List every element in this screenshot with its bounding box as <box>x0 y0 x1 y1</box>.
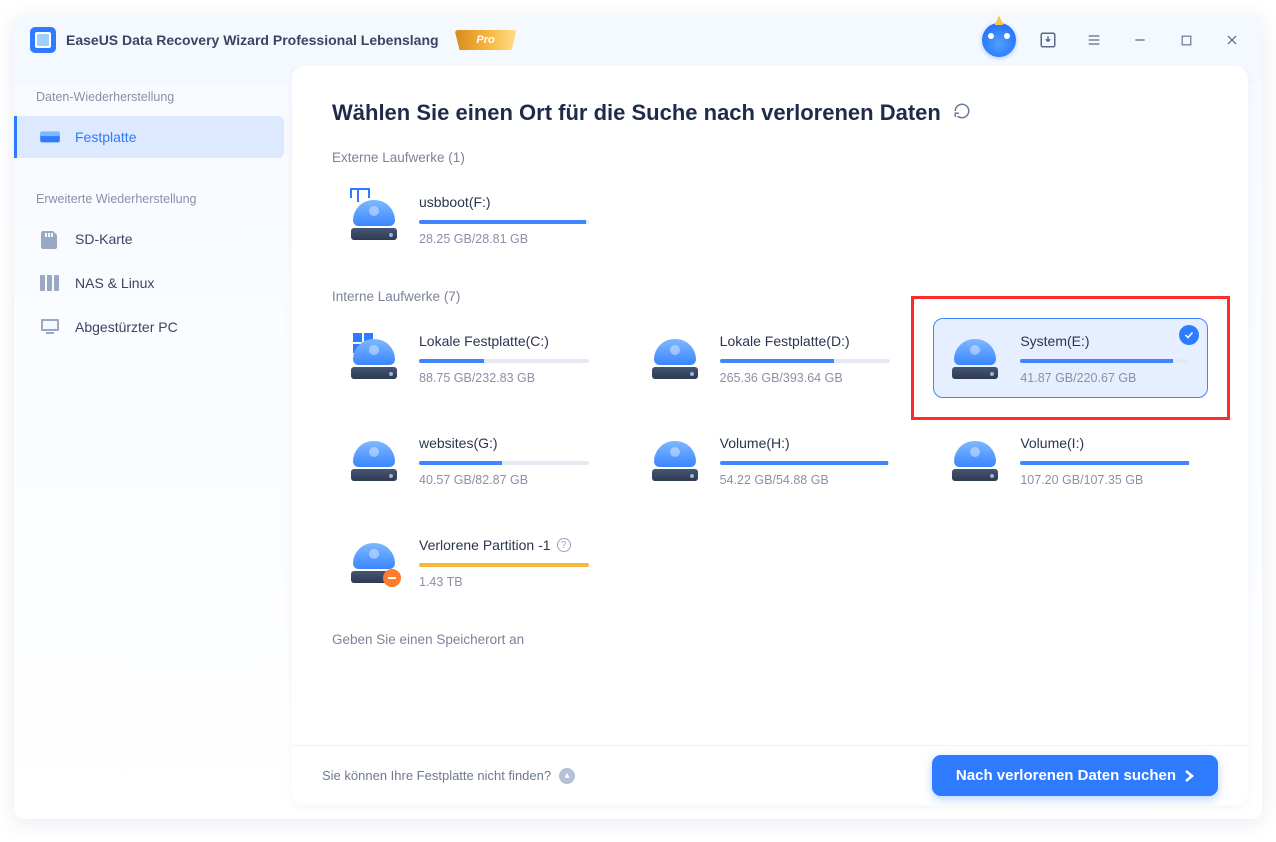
drive-size: 107.20 GB/107.35 GB <box>1020 473 1193 487</box>
sidebar-item-festplatte[interactable]: Festplatte <box>14 116 284 158</box>
usage-bar <box>720 461 890 465</box>
nas-icon <box>39 274 61 292</box>
sidebar-item-label: Festplatte <box>75 129 136 145</box>
page-heading-text: Wählen Sie einen Ort für die Suche nach … <box>332 100 941 126</box>
drive-info: Lokale Festplatte(D:) 265.36 GB/393.64 G… <box>720 331 893 385</box>
drive-name: usbboot(F:) <box>419 194 592 210</box>
usage-bar <box>1020 461 1190 465</box>
drive-icon <box>347 331 401 385</box>
usage-bar <box>419 461 589 465</box>
drive-name: websites(G:) <box>419 435 592 451</box>
refresh-icon[interactable] <box>953 100 971 126</box>
internal-drives-grid: Lokale Festplatte(C:) 88.75 GB/232.83 GB… <box>332 318 1208 602</box>
drive-size: 265.36 GB/393.64 GB <box>720 371 893 385</box>
monitor-icon <box>39 318 61 336</box>
drive-icon <box>347 192 401 246</box>
drive-size: 40.57 GB/82.87 GB <box>419 473 592 487</box>
drive-icon <box>648 433 702 487</box>
page-heading: Wählen Sie einen Ort für die Suche nach … <box>332 100 1208 126</box>
highlight-annotation <box>911 296 1230 420</box>
drive-card[interactable]: Lokale Festplatte(D:) 265.36 GB/393.64 G… <box>633 318 908 398</box>
app-window: EaseUS Data Recovery Wizard Professional… <box>14 14 1262 819</box>
sidebar-section-recovery: Daten-Wiederherstellung <box>14 80 292 114</box>
footer-bar: Sie können Ihre Festplatte nicht finden?… <box>292 745 1248 805</box>
usage-bar <box>419 563 589 567</box>
main-panel: Wählen Sie einen Ort für die Suche nach … <box>292 66 1248 805</box>
maximize-button[interactable] <box>1172 26 1200 54</box>
app-title: EaseUS Data Recovery Wizard Professional… <box>66 32 439 48</box>
drive-size: 54.22 GB/54.88 GB <box>720 473 893 487</box>
drive-name: Volume(H:) <box>720 435 893 451</box>
sidebar-item-nas[interactable]: NAS & Linux <box>14 262 284 304</box>
main-scroll-area[interactable]: Wählen Sie einen Ort für die Suche nach … <box>292 66 1248 745</box>
download-button[interactable] <box>1034 26 1062 54</box>
harddrive-icon <box>39 128 61 146</box>
menu-button[interactable] <box>1080 26 1108 54</box>
section-external-label: Externe Laufwerke (1) <box>332 150 1208 165</box>
drive-size: 28.25 GB/28.81 GB <box>419 232 592 246</box>
drive-icon <box>347 535 401 589</box>
drive-info: Volume(I:) 107.20 GB/107.35 GB <box>1020 433 1193 487</box>
drive-icon <box>948 433 1002 487</box>
minimize-button[interactable] <box>1126 26 1154 54</box>
scan-button[interactable]: Nach verlorenen Daten suchen <box>932 755 1218 796</box>
drive-info: Verlorene Partition -1? 1.43 TB <box>419 535 592 589</box>
sidebar-item-sdcard[interactable]: SD-Karte <box>14 218 284 260</box>
section-custom-label: Geben Sie einen Speicherort an <box>332 632 1208 647</box>
drive-card[interactable]: Volume(I:) 107.20 GB/107.35 GB <box>933 420 1208 500</box>
usage-bar <box>419 359 589 363</box>
drive-name: Verlorene Partition -1? <box>419 537 592 553</box>
drive-info: Volume(H:) 54.22 GB/54.88 GB <box>720 433 893 487</box>
app-logo-icon <box>30 27 56 53</box>
drive-info: Lokale Festplatte(C:) 88.75 GB/232.83 GB <box>419 331 592 385</box>
chevron-up-icon: ▴ <box>559 768 575 784</box>
sidebar-item-label: SD-Karte <box>75 231 133 247</box>
drive-card[interactable]: websites(G:) 40.57 GB/82.87 GB <box>332 420 607 500</box>
usage-bar <box>720 359 890 363</box>
drive-card[interactable]: Volume(H:) 54.22 GB/54.88 GB <box>633 420 908 500</box>
sdcard-icon <box>39 230 61 248</box>
external-drives-grid: usbboot(F:) 28.25 GB/28.81 GB <box>332 179 1208 259</box>
drive-icon <box>347 433 401 487</box>
gift-avatar-icon[interactable] <box>982 23 1016 57</box>
drive-card[interactable]: usbboot(F:) 28.25 GB/28.81 GB <box>332 179 607 259</box>
sidebar: Daten-Wiederherstellung Festplatte Erwei… <box>14 66 292 819</box>
hint-text: Sie können Ihre Festplatte nicht finden? <box>322 768 551 783</box>
drive-name: Volume(I:) <box>1020 435 1193 451</box>
titlebar-right <box>982 23 1246 57</box>
pro-badge: Pro <box>455 30 517 50</box>
hint-cant-find-disk[interactable]: Sie können Ihre Festplatte nicht finden?… <box>322 768 575 784</box>
usage-bar <box>419 220 589 224</box>
drive-name: Lokale Festplatte(D:) <box>720 333 893 349</box>
sidebar-item-label: NAS & Linux <box>75 275 154 291</box>
drive-info: websites(G:) 40.57 GB/82.87 GB <box>419 433 592 487</box>
drive-icon <box>648 331 702 385</box>
help-icon[interactable]: ? <box>557 538 571 552</box>
drive-size: 88.75 GB/232.83 GB <box>419 371 592 385</box>
titlebar: EaseUS Data Recovery Wizard Professional… <box>14 14 1262 66</box>
close-button[interactable] <box>1218 26 1246 54</box>
sidebar-section-advanced: Erweiterte Wiederherstellung <box>14 182 292 216</box>
drive-size: 1.43 TB <box>419 575 592 589</box>
sidebar-item-crashed-pc[interactable]: Abgestürzter PC <box>14 306 284 348</box>
drive-name: Lokale Festplatte(C:) <box>419 333 592 349</box>
scan-button-label: Nach verlorenen Daten suchen <box>956 767 1176 784</box>
drive-info: usbboot(F:) 28.25 GB/28.81 GB <box>419 192 592 246</box>
drive-card[interactable]: Verlorene Partition -1? 1.43 TB <box>332 522 607 602</box>
sidebar-item-label: Abgestürzter PC <box>75 319 178 335</box>
drive-card[interactable]: Lokale Festplatte(C:) 88.75 GB/232.83 GB <box>332 318 607 398</box>
